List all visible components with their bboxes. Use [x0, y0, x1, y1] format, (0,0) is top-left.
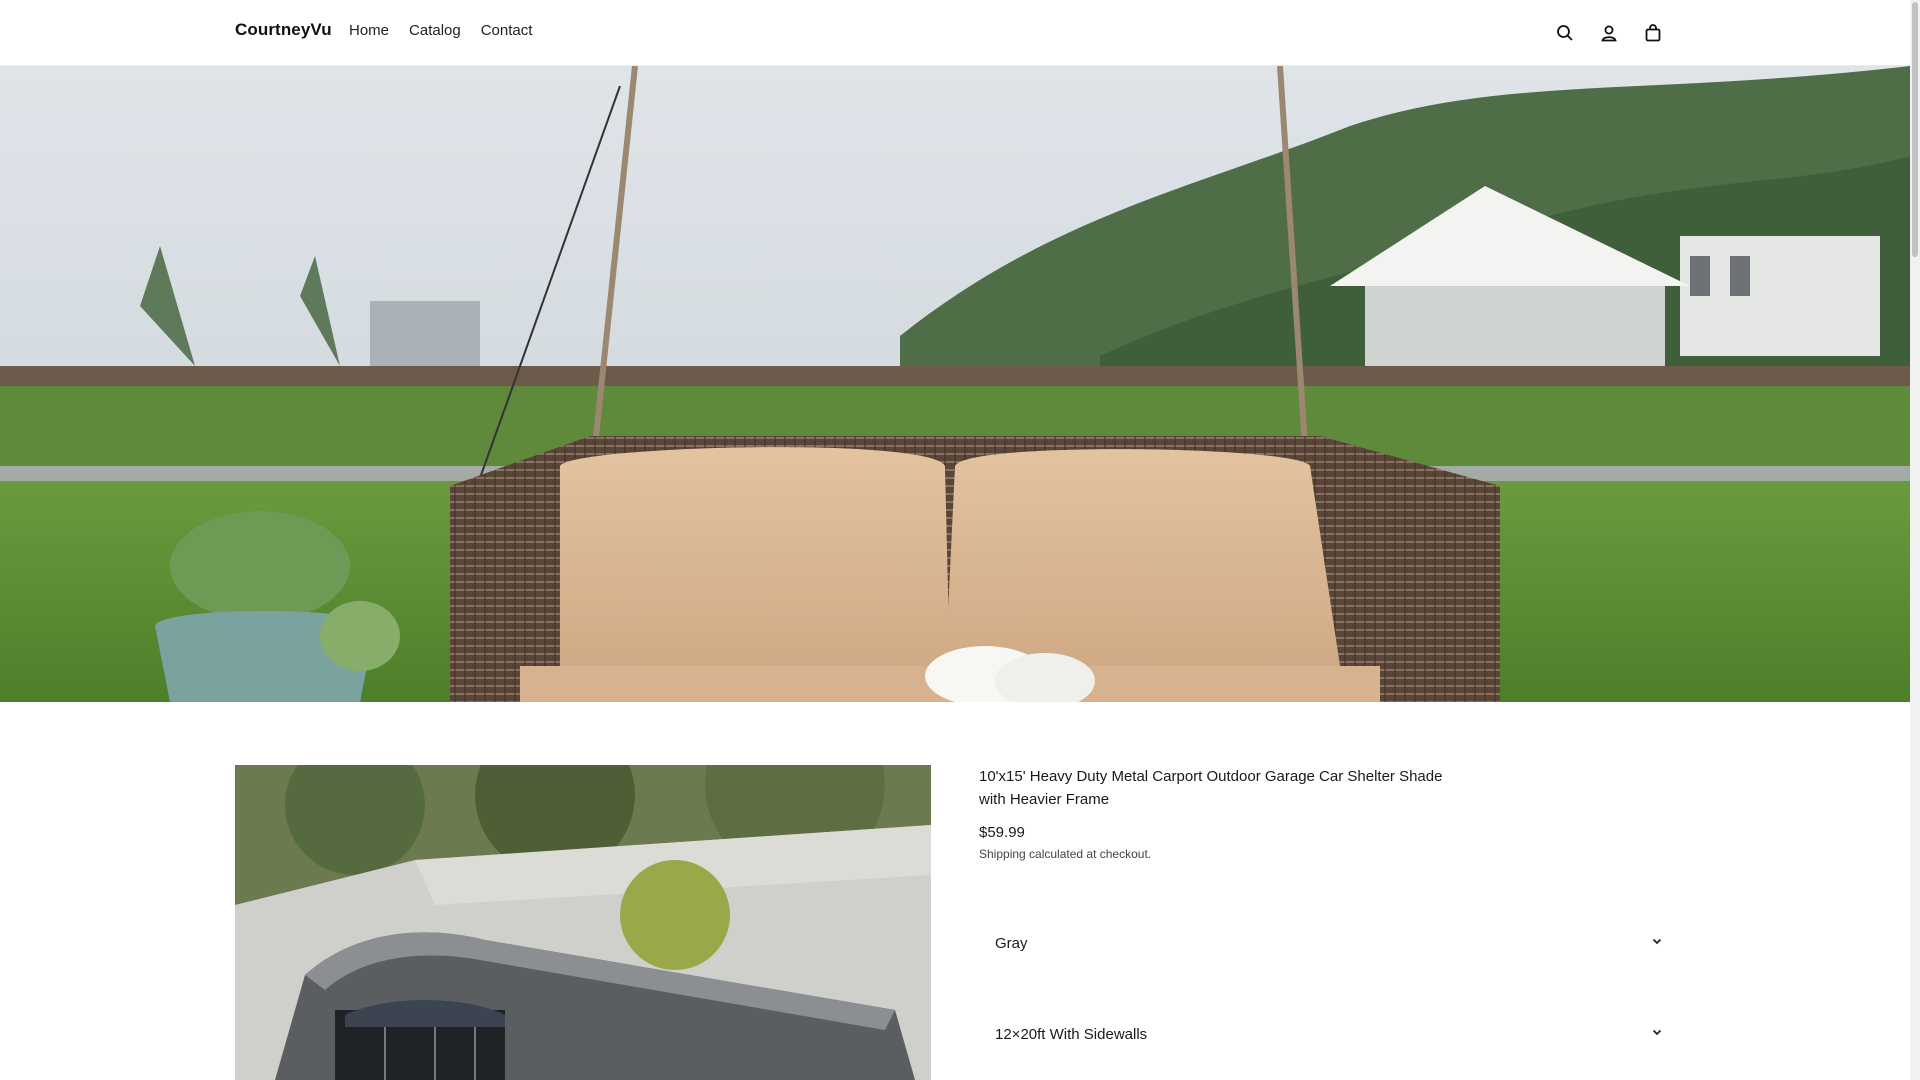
search-icon[interactable] — [1552, 19, 1577, 47]
cart-icon[interactable] — [1640, 19, 1665, 47]
header-actions — [1552, 19, 1665, 47]
store-logo[interactable]: CourtneyVu — [235, 20, 332, 40]
nav-catalog[interactable]: Catalog — [409, 22, 461, 39]
account-icon[interactable] — [1596, 19, 1621, 47]
nav-contact[interactable]: Contact — [481, 22, 533, 39]
size-select-value: 12×20ft With Sidewalls — [995, 1025, 1148, 1043]
main-nav: Home Catalog Contact — [349, 22, 532, 39]
color-select[interactable]: Gray — [979, 913, 1679, 973]
nav-home[interactable]: Home — [349, 22, 389, 39]
color-select-value: Gray — [995, 934, 1028, 952]
size-select[interactable]: 12×20ft With Sidewalls — [979, 1004, 1679, 1064]
store-page: CourtneyVu Home Catalog Contact 10'x15' … — [0, 0, 1910, 1080]
product-title: 10'x15' Heavy Duty Metal Carport Outdoor… — [979, 768, 1443, 808]
product-info: 10'x15' Heavy Duty Metal Carport Outdoor… — [979, 765, 1679, 861]
hero-banner-image — [0, 66, 1910, 702]
scrollbar-thumb[interactable] — [1912, 2, 1918, 257]
chevron-down-icon — [1651, 1025, 1663, 1043]
page-scrollbar[interactable] — [1910, 0, 1920, 1080]
shipping-note: Shipping calculated at checkout. — [979, 847, 1152, 861]
product-price: $59.99 — [979, 824, 1025, 841]
site-header: CourtneyVu Home Catalog Contact — [0, 0, 1910, 66]
chevron-down-icon — [1651, 934, 1663, 952]
product-image[interactable] — [235, 765, 931, 1080]
